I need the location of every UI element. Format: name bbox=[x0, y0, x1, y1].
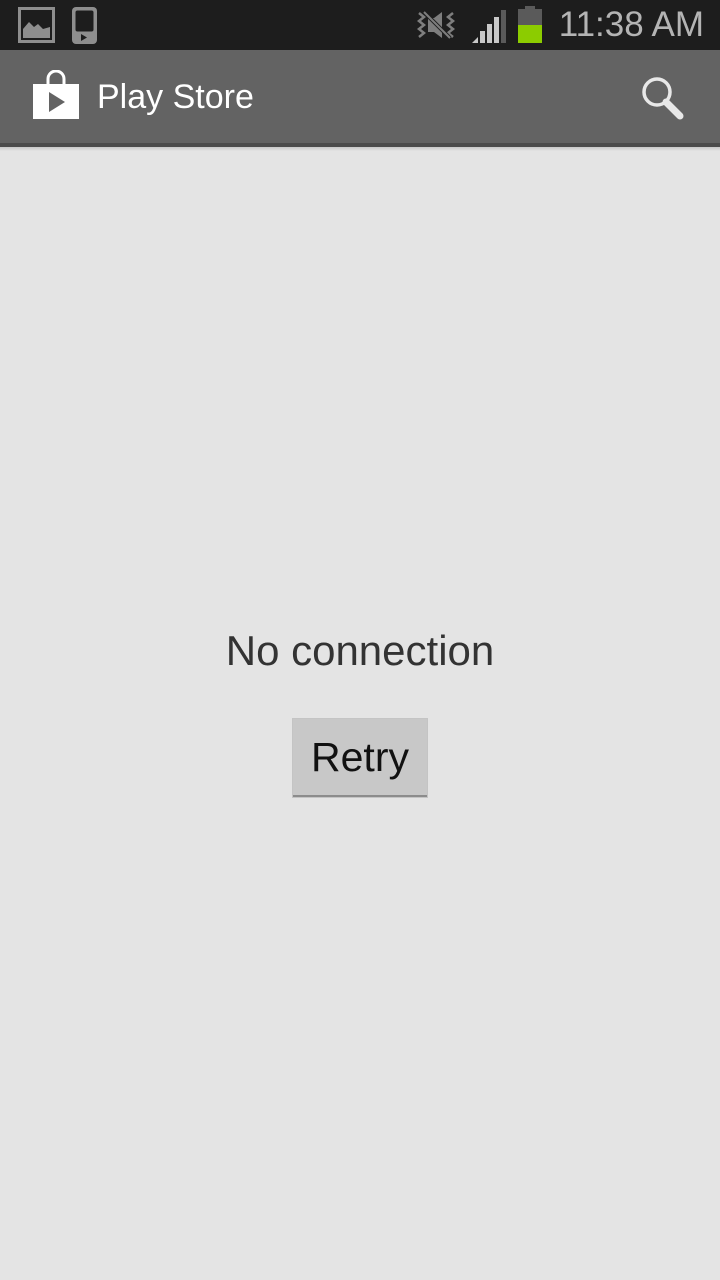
status-time: 11:38 AM bbox=[558, 5, 704, 44]
device-media-icon bbox=[72, 7, 97, 49]
search-button[interactable] bbox=[630, 68, 694, 132]
app-title: Play Store bbox=[97, 78, 254, 116]
battery-icon bbox=[517, 6, 543, 49]
status-bar: 11:38 AM bbox=[0, 0, 720, 50]
action-bar: Play Store bbox=[0, 50, 720, 151]
signal-icon bbox=[471, 8, 507, 49]
no-connection-message: No connection bbox=[225, 627, 495, 674]
gallery-icon bbox=[18, 7, 55, 48]
mute-vibrate-icon bbox=[416, 10, 456, 45]
retry-button[interactable]: Retry bbox=[293, 719, 427, 797]
play-store-bag-icon[interactable] bbox=[32, 69, 80, 125]
search-icon bbox=[638, 74, 686, 127]
